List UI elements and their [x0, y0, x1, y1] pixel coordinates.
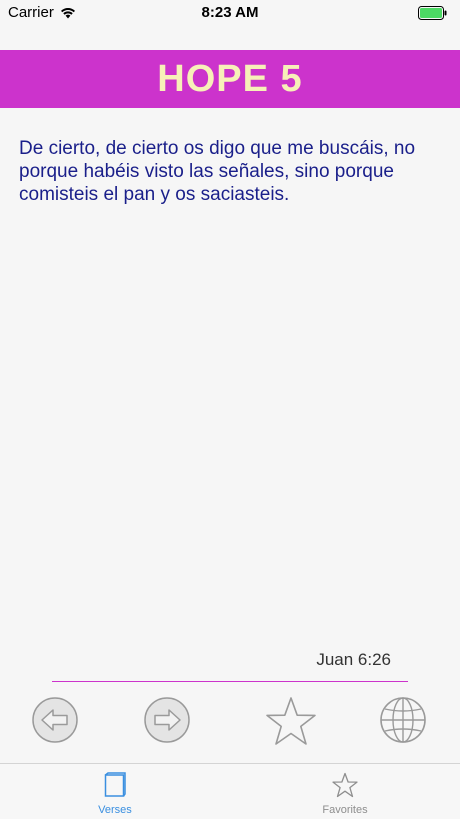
- tab-verses-label: Verses: [98, 804, 132, 816]
- arrow-right-circle-icon: [144, 697, 190, 743]
- previous-button[interactable]: [31, 696, 79, 744]
- globe-button[interactable]: [379, 696, 427, 744]
- page-title: HOPE 5: [157, 57, 303, 100]
- tab-favorites-label: Favorites: [322, 804, 368, 816]
- book-icon: [104, 772, 126, 797]
- verse-text: De cierto, de cierto os digo que me busc…: [19, 138, 416, 205]
- tab-verses[interactable]: Verses: [0, 764, 230, 819]
- verse-reference: Juan 6:26: [316, 650, 391, 669]
- globe-icon: [380, 697, 426, 743]
- star-icon: [266, 697, 316, 745]
- favorite-button[interactable]: [265, 696, 316, 745]
- status-time: 8:23 AM: [201, 4, 259, 21]
- star-icon: [332, 772, 358, 798]
- tab-favorites[interactable]: Favorites: [230, 764, 460, 819]
- battery-icon: [418, 6, 447, 20]
- divider: [52, 681, 408, 682]
- arrow-left-circle-icon: [32, 697, 78, 743]
- next-button[interactable]: [143, 696, 191, 744]
- status-bar: Carrier 8:23 AM: [0, 0, 460, 26]
- title-bar: HOPE 5: [0, 50, 460, 108]
- tab-bar: Verses Favorites: [0, 763, 460, 819]
